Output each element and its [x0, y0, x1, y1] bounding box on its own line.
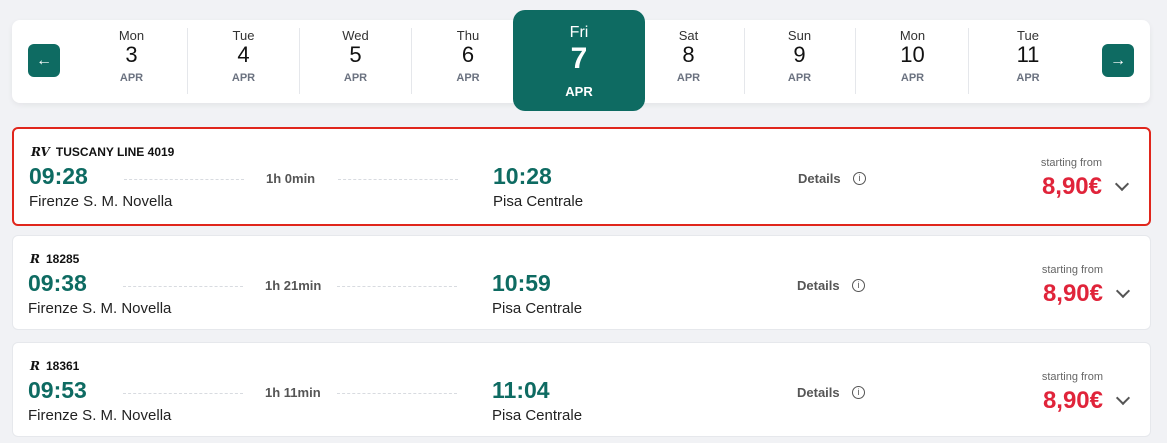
arrival-time: 11:04 [492, 377, 550, 403]
duration: 1h 21min [265, 278, 322, 293]
divider [337, 393, 457, 394]
day-number: 9 [793, 42, 806, 67]
day-number: 7 [570, 42, 588, 75]
arrival-time: 10:59 [492, 270, 551, 296]
price: 8,90€ [1041, 173, 1102, 200]
day-of-week: Tue [1017, 28, 1039, 43]
arrow-left-icon: ← [36, 51, 52, 69]
chevron-down-icon[interactable] [1115, 283, 1131, 299]
divider [124, 179, 244, 180]
chevron-down-icon[interactable] [1114, 176, 1130, 192]
day-number: 4 [237, 42, 250, 67]
prev-dates-button[interactable]: ← [28, 44, 60, 77]
day-of-week: Fri [569, 24, 589, 41]
month: APR [231, 72, 256, 84]
duration: 1h 11min [265, 385, 321, 400]
train-type-icon: R [30, 252, 40, 266]
departure-station: Firenze S. M. Novella [29, 193, 173, 210]
price: 8,90€ [1042, 387, 1103, 414]
chevron-down-icon[interactable] [1115, 390, 1131, 406]
date-item[interactable]: Tue 4 APR [188, 28, 300, 94]
train-type-icon: RV [31, 145, 50, 159]
date-item-selected[interactable]: Fri 7 APR [513, 10, 645, 111]
day-number: 10 [900, 42, 925, 67]
month: APR [900, 72, 925, 84]
day-of-week: Sun [787, 28, 812, 43]
divider [123, 393, 243, 394]
arrival-station: Pisa Centrale [492, 407, 583, 424]
arrow-right-icon: → [1110, 51, 1126, 69]
month: APR [565, 84, 593, 99]
train-result-card[interactable]: R 18361 09:53 Firenze S. M. Novella 1h 11… [12, 342, 1151, 437]
date-item[interactable]: Sun 9 APR [744, 28, 856, 94]
day-number: 6 [461, 42, 475, 67]
date-item[interactable]: Mon 10 APR [857, 28, 969, 94]
date-item[interactable]: Wed 5 APR [300, 28, 412, 94]
date-item[interactable]: Mon 3 APR [76, 28, 188, 94]
day-number: 11 [1016, 42, 1040, 67]
train-info: R 18361 [30, 359, 79, 373]
month: APR [676, 72, 701, 84]
day-of-week: Thu [456, 28, 480, 43]
departure-time: 09:28 [29, 163, 88, 189]
info-icon[interactable]: i [852, 386, 865, 399]
day-of-week: Tue [232, 28, 255, 43]
train-info: RV TUSCANY LINE 4019 [31, 145, 174, 159]
month: APR [787, 72, 812, 84]
info-icon[interactable]: i [852, 279, 865, 292]
departure-time: 09:53 [28, 377, 87, 403]
arrival-station: Pisa Centrale [493, 193, 584, 210]
train-name: 18285 [45, 252, 80, 266]
day-number: 5 [349, 42, 362, 67]
day-of-week: Sat [678, 28, 699, 43]
price: 8,90€ [1042, 280, 1103, 307]
train-name: 18361 [45, 359, 80, 373]
divider [337, 286, 457, 287]
details-link[interactable]: Details [797, 385, 840, 400]
starting-from-label: starting from [1041, 264, 1103, 276]
month: APR [343, 72, 368, 84]
train-result-card[interactable]: R 18285 09:38 Firenze S. M. Novella 1h 21… [12, 235, 1151, 330]
duration: 1h 0min [266, 171, 316, 186]
departure-station: Firenze S. M. Novella [28, 300, 172, 317]
train-info: R 18285 [30, 252, 79, 266]
arrival-time: 10:28 [493, 163, 552, 189]
day-number: 8 [682, 42, 695, 67]
train-name: TUSCANY LINE 4019 [55, 145, 175, 159]
divider [123, 286, 243, 287]
day-of-week: Mon [899, 28, 926, 43]
day-number: 3 [125, 42, 138, 67]
starting-from-label: starting from [1041, 371, 1103, 383]
arrival-station: Pisa Centrale [492, 300, 583, 317]
details-link[interactable]: Details [798, 171, 841, 186]
day-of-week: Wed [342, 28, 369, 43]
train-type-icon: R [30, 359, 40, 373]
date-item[interactable]: Sat 8 APR [633, 28, 745, 94]
day-of-week: Mon [118, 28, 145, 43]
train-result-card[interactable]: RV TUSCANY LINE 4019 09:28 Firenze S. M. … [12, 127, 1151, 226]
details-link[interactable]: Details [797, 278, 840, 293]
departure-time: 09:38 [28, 270, 87, 296]
month: APR [1016, 72, 1040, 84]
starting-from-label: starting from [1040, 157, 1102, 169]
date-item[interactable]: Thu 6 APR [412, 28, 524, 94]
next-dates-button[interactable]: → [1102, 44, 1134, 77]
departure-station: Firenze S. M. Novella [28, 407, 172, 424]
month: APR [456, 72, 480, 84]
info-icon[interactable]: i [853, 172, 866, 185]
date-item[interactable]: Tue 11 APR [972, 28, 1084, 94]
divider [338, 179, 458, 180]
month: APR [119, 72, 144, 84]
